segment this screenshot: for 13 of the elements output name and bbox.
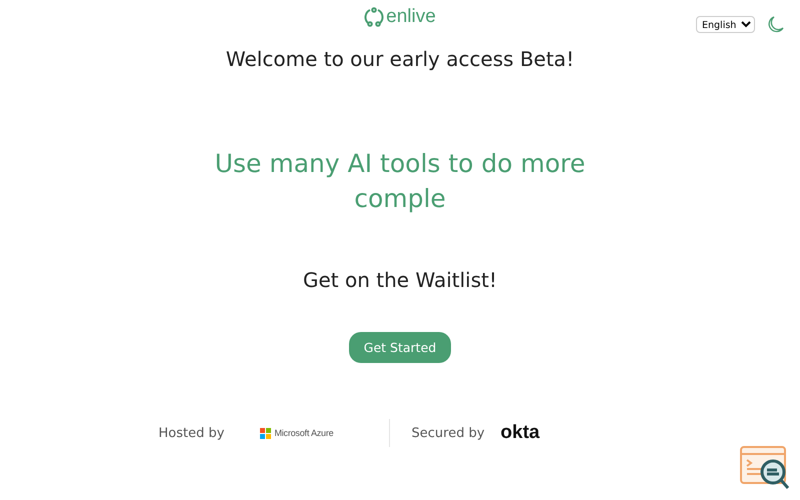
windows-logo-icon [260, 428, 272, 438]
welcome-heading: Welcome to our early access Beta! [226, 47, 574, 71]
secured-by-label: Secured by [412, 426, 485, 440]
security-logo-text: okta [500, 422, 540, 444]
moon-icon[interactable] [767, 16, 784, 33]
host-logo-text: Microsoft Azure [274, 428, 334, 438]
logo-text: enlive [386, 6, 436, 28]
tagline: Use many AI tools to do more comple [214, 148, 586, 215]
hosted-by-label: Hosted by [158, 426, 224, 440]
browser-search-icon[interactable] [740, 445, 790, 491]
logo-icon [364, 7, 384, 27]
language-select[interactable]: English [696, 16, 755, 33]
waitlist-heading: Get on the Waitlist! [303, 268, 497, 292]
